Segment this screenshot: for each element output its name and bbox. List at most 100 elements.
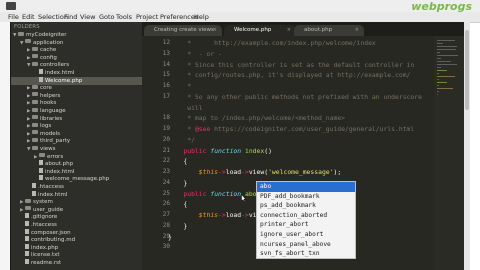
code-line[interactable]: will	[168, 103, 203, 112]
menu-item-view[interactable]: View	[80, 12, 95, 22]
minimap-line	[437, 70, 447, 71]
code-line[interactable]: {	[168, 200, 187, 208]
tree-item-label: readme.rst	[31, 260, 62, 266]
code-line[interactable]: * @see https://codeigniter.com/user_guid…	[168, 125, 414, 133]
line-number: 14	[162, 60, 170, 68]
tree-item-label: errors	[47, 153, 64, 160]
code-token: ()	[264, 146, 272, 155]
code-line[interactable]: {	[168, 157, 187, 165]
tree-item-label: contributing.md	[31, 237, 76, 244]
code-line[interactable]: $this->load->view('welcome_message');	[168, 168, 341, 176]
minimap-line	[437, 61, 451, 62]
code-token: * config/routes.php, it's displayed at h…	[168, 71, 411, 80]
close-icon[interactable]: ×	[355, 25, 359, 36]
menu-item-file[interactable]: File	[8, 12, 19, 22]
autocomplete-item[interactable]: connection_aborted	[257, 211, 355, 221]
window-scrollbar-thumb[interactable]	[465, 30, 469, 110]
line-number: 20	[162, 135, 170, 143]
code-line[interactable]: * map to /index.php/welcome/<method_name…	[168, 114, 345, 122]
folder-icon	[25, 39, 31, 44]
autocomplete-item[interactable]: ignore_user_abort	[257, 230, 355, 240]
code-line[interactable]: * http://example.com/index.php/welcome/i…	[168, 39, 376, 47]
code-token: * Since this controller is set as the de…	[168, 60, 415, 69]
code-token: {	[168, 200, 188, 209]
code-line[interactable]: * So any other public methods not prefix…	[168, 93, 422, 101]
code-token: will	[168, 103, 203, 112]
folder-icon	[32, 122, 38, 127]
line-number: 30	[162, 243, 170, 251]
watermark-logo: webprogs	[411, 0, 472, 13]
autocomplete-item[interactable]: printer_abort	[257, 220, 355, 230]
code-token: public	[168, 146, 207, 155]
menu-item-help[interactable]: Help	[194, 12, 209, 22]
tab-0[interactable]: Creating create views ×	[144, 25, 222, 36]
minimap-line	[437, 79, 439, 80]
tree-item-label: language	[40, 108, 66, 114]
menu-item-find[interactable]: Find	[64, 12, 77, 22]
menu-item-tools[interactable]: Tools	[116, 12, 132, 22]
code-line[interactable]: }	[168, 233, 172, 241]
code-line[interactable]: }	[168, 179, 187, 187]
minimap-line	[437, 88, 453, 89]
code-token: function	[210, 189, 242, 198]
code-line[interactable]: * config/routes.php, it's displayed at h…	[168, 71, 410, 79]
autocomplete-popup[interactable]: abo PDF_add_bookmark ps_add_bookmark connec…	[256, 181, 356, 259]
tab-1[interactable]: Welcome.php ×	[224, 25, 296, 36]
code-line[interactable]: }	[168, 222, 187, 230]
line-number: 13	[162, 49, 170, 57]
code-token: ->	[218, 211, 226, 219]
code-token: ->	[241, 211, 249, 219]
folder-icon	[32, 145, 38, 150]
code-line[interactable]: */	[168, 136, 195, 144]
mouse-cursor-icon	[241, 194, 246, 202]
file-icon	[39, 160, 43, 166]
file-icon	[25, 243, 29, 249]
code-token: );	[333, 168, 342, 176]
autocomplete-item[interactable]: ps_add_bookmark	[257, 201, 355, 211]
close-icon[interactable]: ×	[287, 25, 291, 36]
app-icon	[6, 2, 16, 10]
code-token: view(	[248, 168, 269, 176]
menu-item-edit[interactable]: Edit	[22, 12, 35, 22]
line-number: 24	[162, 178, 170, 186]
code-token: https://codeigniter.com/user_guide/gener…	[210, 125, 415, 133]
tree-item-label: .gitignore	[31, 214, 58, 221]
title-bar	[0, 0, 480, 12]
tree-item-label: license.txt	[31, 252, 60, 259]
line-number: 19	[162, 125, 170, 132]
tree-file[interactable]: readme.rst	[11, 259, 152, 267]
tree-item-label: composer.json	[31, 229, 71, 236]
tab-2[interactable]: about.php ×	[294, 25, 364, 36]
file-icon	[25, 251, 29, 257]
line-number: 21	[162, 146, 170, 154]
code-line[interactable]: *	[168, 82, 191, 90]
autocomplete-item[interactable]: abo	[257, 182, 355, 192]
autocomplete-item[interactable]: PDF_add_bookmark	[257, 192, 355, 202]
menu-item-project[interactable]: Project	[136, 12, 158, 22]
file-icon	[32, 183, 36, 188]
menu-item-preferences[interactable]: Preferences	[160, 12, 198, 22]
sidebar: FOLDERS ▼ myCodeigniter ▼ application ▶ cache ▶…	[0, 22, 166, 270]
menu-item-goto[interactable]: Goto	[99, 12, 115, 22]
tree-item-label: welcome_message.php	[45, 176, 110, 183]
folder-tree: FOLDERS ▼ myCodeigniter ▼ application ▶ cache ▶…	[10, 22, 166, 270]
line-number: 25	[162, 189, 170, 197]
folder-icon	[39, 153, 45, 158]
close-icon[interactable]: ×	[213, 25, 217, 36]
code-line[interactable]: public function index()	[168, 147, 272, 155]
tree-item-label: libraries	[40, 115, 63, 122]
minimap-line	[437, 46, 457, 47]
minimap[interactable]	[434, 36, 464, 270]
code-line[interactable]: * - or -	[168, 50, 222, 58]
line-number: 17	[162, 92, 170, 100]
file-icon	[39, 76, 43, 82]
code-token: $this	[198, 211, 219, 219]
code-token: *	[168, 125, 195, 133]
code-line[interactable]: * Since this controller is set as the de…	[168, 61, 414, 69]
tree-item-label: user_guide	[33, 206, 64, 213]
autocomplete-item[interactable]: svn_fs_abort_txn	[257, 249, 355, 259]
tab-label: about.php	[304, 27, 333, 33]
autocomplete-item[interactable]: ncurses_panel_above	[257, 240, 355, 250]
tab-bar: Creating create views × Welcome.php × about.…	[142, 22, 464, 36]
